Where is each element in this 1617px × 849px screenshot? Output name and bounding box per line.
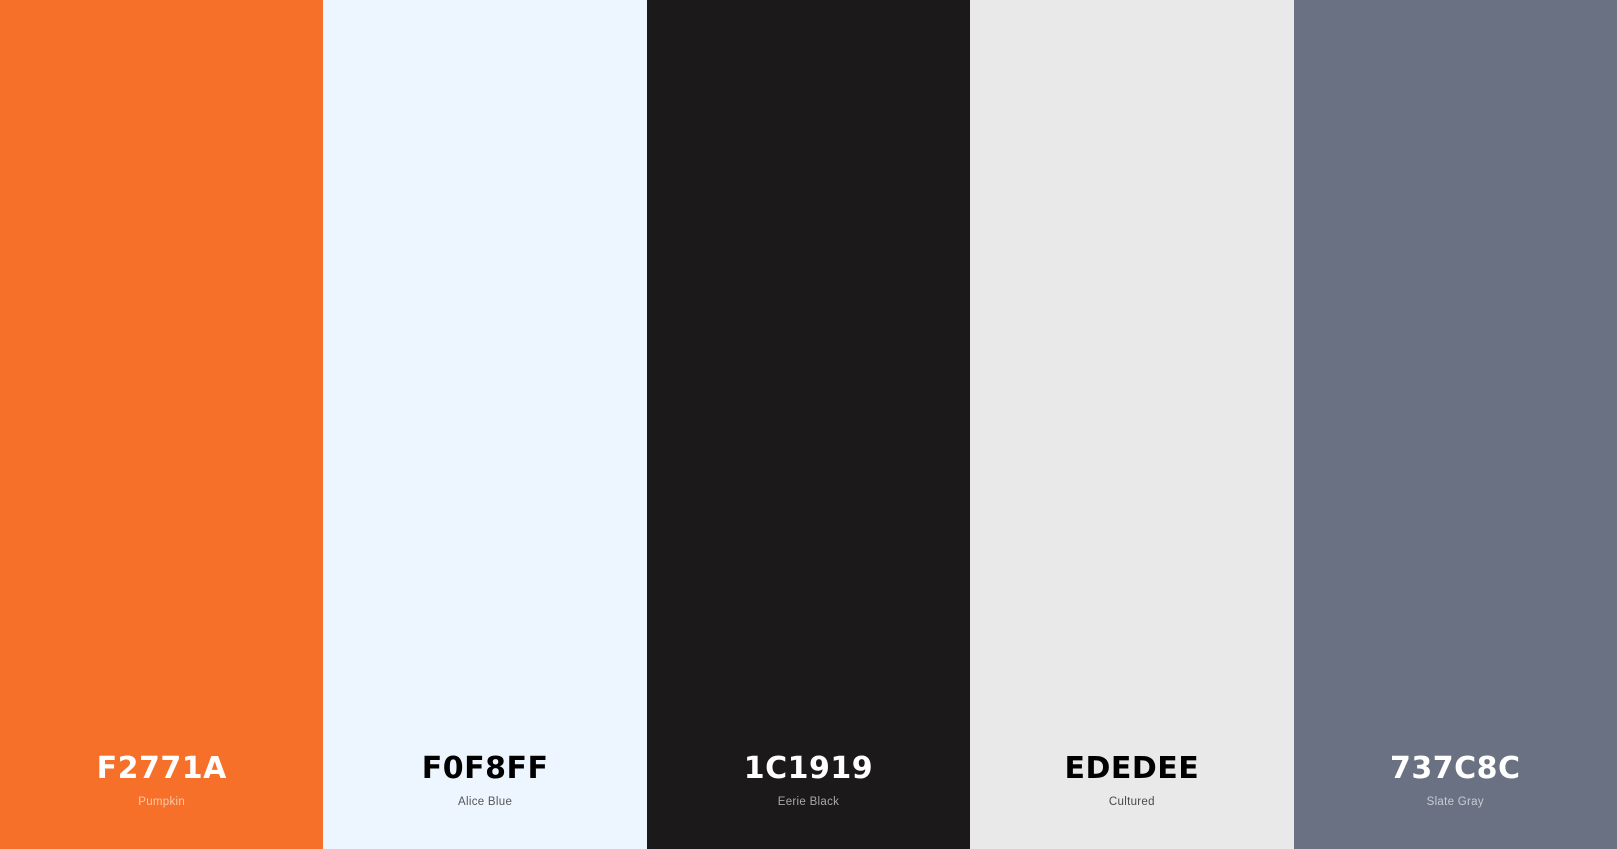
hex-code[interactable]: EDEDEE [970, 754, 1293, 784]
color-palette: F2771A Pumpkin F0F8FF Alice Blue 1C1919 … [0, 0, 1617, 849]
swatch-pumpkin[interactable]: F2771A Pumpkin [0, 0, 324, 849]
swatch-label-group: 1C1919 Eerie Black [647, 754, 970, 809]
swatch-eerie-black[interactable]: 1C1919 Eerie Black [646, 0, 971, 849]
swatch-label-group: 737C8C Slate Gray [1294, 754, 1617, 809]
color-name: Slate Gray [1426, 796, 1484, 808]
color-name: Cultured [1108, 796, 1155, 808]
color-name: Pumpkin [138, 796, 186, 808]
swatch-label-group: F2771A Pumpkin [0, 754, 323, 809]
hex-code[interactable]: F0F8FF [323, 754, 646, 784]
color-name: Alice Blue [458, 796, 513, 808]
hex-code[interactable]: 1C1919 [647, 754, 970, 784]
swatch-cultured[interactable]: EDEDEE Cultured [970, 0, 1294, 849]
hex-code[interactable]: 737C8C [1294, 754, 1617, 784]
color-name: Eerie Black [777, 796, 840, 808]
hex-code[interactable]: F2771A [0, 754, 323, 784]
swatch-label-group: F0F8FF Alice Blue [323, 754, 646, 809]
swatch-label-group: EDEDEE Cultured [970, 754, 1293, 809]
swatch-alice-blue[interactable]: F0F8FF Alice Blue [323, 0, 647, 849]
swatch-slate-gray[interactable]: 737C8C Slate Gray [1293, 0, 1617, 849]
